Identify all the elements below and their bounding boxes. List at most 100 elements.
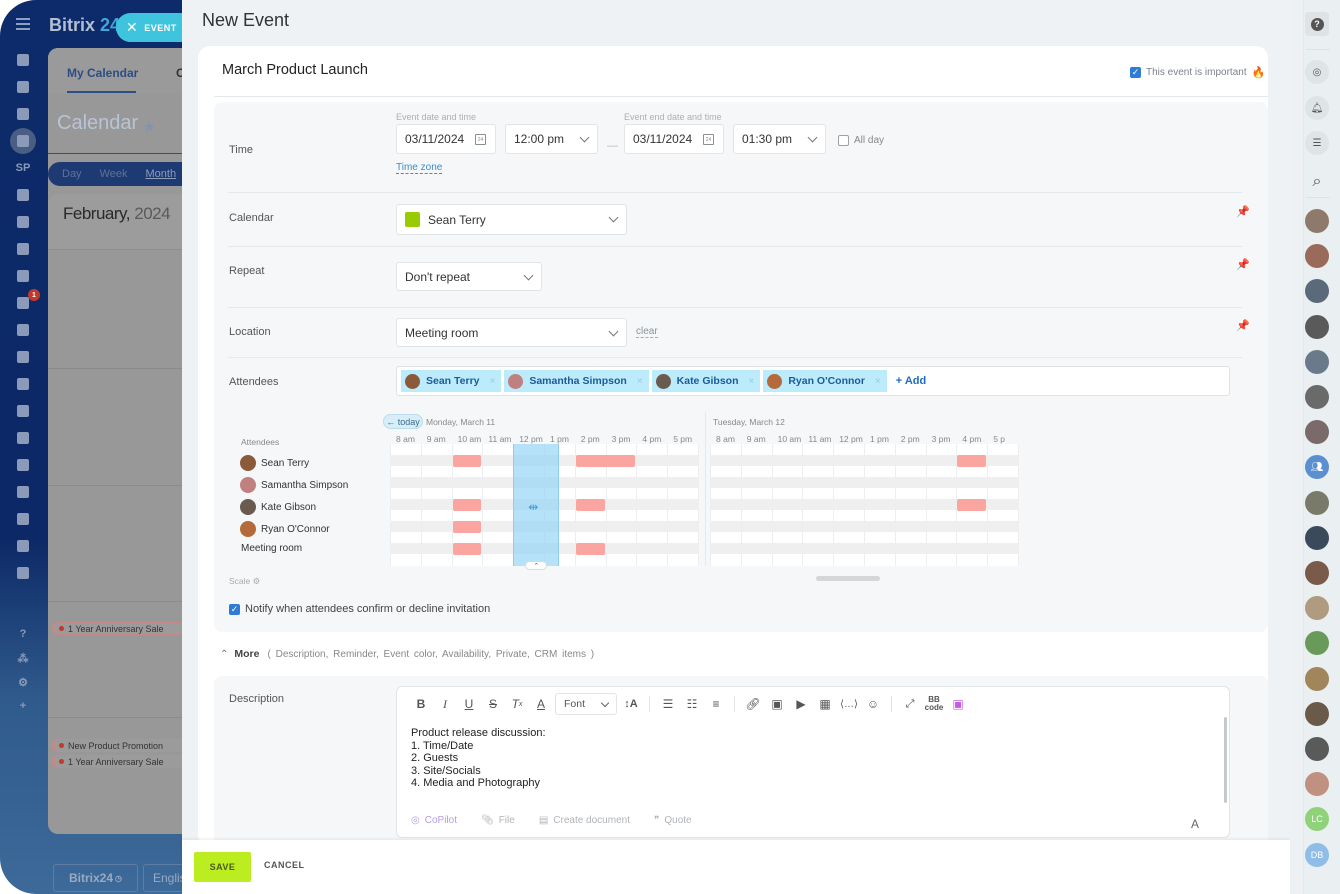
- format-toggle-button[interactable]: A: [1191, 817, 1199, 831]
- close-icon[interactable]: ✕: [126, 19, 138, 36]
- nav-bottom-plus[interactable]: +: [6, 694, 40, 718]
- nav-item-chat-bubble[interactable]: [6, 46, 40, 73]
- end-date-input[interactable]: 03/11/2024 24: [624, 124, 724, 154]
- notifications-button[interactable]: 🔔︎: [1305, 96, 1329, 120]
- copilot-button[interactable]: ◎ CoPilot: [411, 815, 457, 826]
- file-button[interactable]: 📎︎ File: [481, 815, 515, 826]
- nav-item-groups[interactable]: [6, 262, 40, 289]
- pin-icon[interactable]: 📌: [1236, 319, 1250, 332]
- ai-image-icon[interactable]: ▣: [946, 692, 970, 716]
- add-attendee-button[interactable]: + Add: [896, 375, 926, 387]
- attendees-input[interactable]: Sean Terry × Samantha Simpson × Kate Gibson ×…: [396, 366, 1230, 396]
- nav-item-calendar[interactable]: [6, 127, 40, 154]
- view-tab-month[interactable]: Month: [145, 168, 176, 180]
- attendee-chip[interactable]: Samantha Simpson ×: [504, 370, 649, 392]
- contact-avatar[interactable]: [1305, 385, 1329, 409]
- hamburger-menu-icon[interactable]: [16, 18, 30, 30]
- nav-item-SP[interactable]: SP: [6, 154, 40, 181]
- fullscreen-icon[interactable]: ⤢: [898, 692, 922, 716]
- attendee-chip[interactable]: Kate Gibson ×: [651, 370, 761, 392]
- scale-control[interactable]: Scale ⚙: [229, 576, 260, 587]
- bullet-list-icon[interactable]: ☷: [680, 692, 704, 716]
- attendee-chip[interactable]: Sean Terry ×: [401, 370, 502, 392]
- time-zone-link[interactable]: Time zone: [396, 162, 443, 174]
- nav-item-sign[interactable]: [6, 397, 40, 424]
- bbcode-icon[interactable]: BB code: [922, 692, 946, 716]
- nav-item-more[interactable]: [6, 559, 40, 586]
- help-button[interactable]: ?: [1305, 12, 1329, 36]
- contact-avatar[interactable]: DB: [1305, 842, 1329, 867]
- align-icon[interactable]: ≡: [704, 692, 728, 716]
- contact-avatar[interactable]: [1305, 420, 1329, 445]
- table-icon[interactable]: ▦: [813, 692, 837, 716]
- contact-avatar[interactable]: [1305, 490, 1329, 515]
- contact-avatar[interactable]: [1305, 349, 1329, 374]
- nav-item-tasks[interactable]: 1: [6, 289, 40, 316]
- italic-icon[interactable]: I: [433, 692, 457, 716]
- remove-icon[interactable]: ×: [490, 376, 496, 387]
- calendar-picker-icon[interactable]: 24: [703, 134, 714, 145]
- calendar-select[interactable]: Sean Terry: [396, 204, 627, 235]
- nav-bottom-help[interactable]: ?: [6, 622, 40, 646]
- create-document-button[interactable]: ▤ Create document: [539, 815, 630, 826]
- save-button[interactable]: SAVE: [194, 852, 251, 882]
- font-select[interactable]: Font: [555, 693, 617, 715]
- tab-my-calendar[interactable]: My Calendar: [67, 66, 138, 80]
- notify-checkbox[interactable]: ✓ Notify when attendees confirm or declin…: [229, 603, 490, 615]
- nav-item-document[interactable]: [6, 181, 40, 208]
- gear-icon[interactable]: ⚙: [253, 576, 261, 586]
- brand-logo[interactable]: Bitrix 24: [49, 15, 120, 36]
- strikethrough-icon[interactable]: S: [481, 692, 505, 716]
- font-size-icon[interactable]: ↕A: [619, 692, 643, 716]
- image-icon[interactable]: ▣: [765, 692, 789, 716]
- nav-item-messenger[interactable]: [6, 100, 40, 127]
- contact-avatar[interactable]: [1305, 244, 1329, 269]
- attendee-chip[interactable]: Ryan O'Connor ×: [763, 370, 887, 392]
- location-clear-link[interactable]: clear: [636, 326, 658, 338]
- numbered-list-icon[interactable]: ☰: [656, 692, 680, 716]
- event-slider-label[interactable]: ✕ EVENT: [116, 13, 186, 42]
- remove-icon[interactable]: ×: [748, 376, 754, 387]
- calendar-event[interactable]: 1 Year Anniversary Sale: [52, 755, 200, 768]
- start-date-input[interactable]: 03/11/2024 24: [396, 124, 496, 154]
- contact-avatar[interactable]: [1305, 596, 1329, 621]
- today-button[interactable]: ← today: [383, 414, 423, 429]
- nav-item-developer[interactable]: [6, 532, 40, 559]
- nav-item-crm-funnel[interactable]: [6, 316, 40, 343]
- tasks-counter-button[interactable]: ☰: [1305, 131, 1329, 155]
- nav-item-robot[interactable]: [6, 451, 40, 478]
- all-day-checkbox[interactable]: All day: [838, 135, 884, 146]
- checkbox-checked-icon[interactable]: ✓: [1130, 67, 1141, 78]
- pin-icon[interactable]: 📌: [1236, 205, 1250, 218]
- calendar-event[interactable]: 1 Year Anniversary Sale: [52, 622, 200, 635]
- calendar-picker-icon[interactable]: 24: [475, 134, 486, 145]
- nav-item-box[interactable]: [6, 478, 40, 505]
- view-tab-day[interactable]: Day: [62, 168, 82, 180]
- description-editor[interactable]: B I U S Tx A Font ↕A ☰ ☷ ≡ 🔗︎ ▣ ▶ ▦ ⟨…⟩ …: [396, 686, 1230, 838]
- underline-icon[interactable]: U: [457, 692, 481, 716]
- video-icon[interactable]: ▶: [789, 692, 813, 716]
- contact-avatar[interactable]: [1305, 314, 1329, 339]
- remove-icon[interactable]: ×: [875, 376, 881, 387]
- bold-icon[interactable]: B: [409, 692, 433, 716]
- nav-item-mail[interactable]: [6, 235, 40, 262]
- nav-item-cart[interactable]: [6, 370, 40, 397]
- bitrix24-footer-button[interactable]: Bitrix24 ◷: [53, 864, 138, 892]
- cancel-button[interactable]: CANCEL: [264, 860, 305, 870]
- nav-bottom-structure[interactable]: ⁂: [6, 646, 40, 670]
- contact-avatar[interactable]: [1305, 666, 1329, 691]
- nav-item-marketing[interactable]: [6, 505, 40, 532]
- contact-avatar[interactable]: [1305, 737, 1329, 761]
- nav-item-feed[interactable]: [6, 73, 40, 100]
- link-icon[interactable]: 🔗︎: [741, 692, 765, 716]
- nav-item-inbox[interactable]: [6, 208, 40, 235]
- description-text[interactable]: Product release discussion: 1. Time/Date 2…: [411, 727, 546, 790]
- contact-avatar[interactable]: [1305, 209, 1329, 233]
- star-icon[interactable]: ★: [142, 117, 156, 137]
- quote-button[interactable]: ❞ Quote: [654, 815, 692, 826]
- emoji-icon[interactable]: ☺: [861, 692, 885, 716]
- event-name-input[interactable]: March Product Launch: [222, 62, 368, 78]
- nav-bottom-settings[interactable]: ⚙: [6, 670, 40, 694]
- end-time-select[interactable]: 01:30 pm: [733, 124, 826, 154]
- checkbox-checked-icon[interactable]: ✓: [229, 603, 240, 615]
